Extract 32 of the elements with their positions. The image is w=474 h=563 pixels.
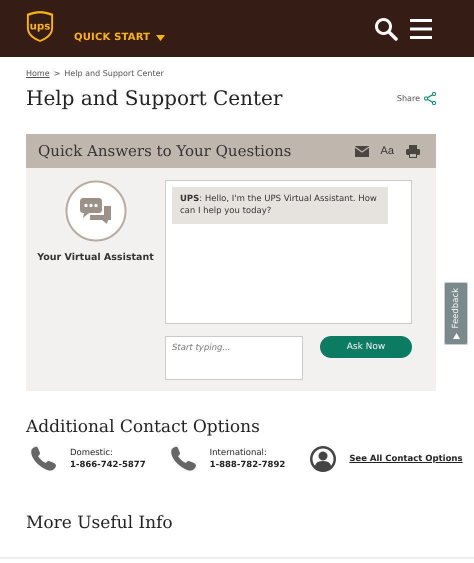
triangle-icon	[452, 332, 460, 339]
contact-label: Domestic:	[70, 446, 114, 459]
print-icon[interactable]	[406, 144, 420, 158]
share-link[interactable]: Share	[396, 94, 420, 102]
contact-options-link[interactable]: See All Contact Options	[349, 454, 463, 464]
caret-icon	[156, 34, 166, 40]
mail-icon[interactable]	[354, 146, 369, 156]
share-icon[interactable]	[424, 92, 436, 104]
assistant-label: Your Virtual Assistant	[37, 252, 154, 263]
section-heading: Additional Contact Options	[26, 417, 261, 437]
phone-number: 1-866-742-5877	[70, 459, 146, 472]
phone-number: 1-888-782-7892	[210, 459, 286, 472]
section-heading: More Useful Info	[26, 513, 174, 533]
phone-icon	[30, 446, 58, 472]
quick-start-menu[interactable]: QUICK START	[74, 32, 166, 43]
page-title: Help and Support Center	[26, 86, 284, 110]
breadcrumb-current: Help and Support Center	[64, 69, 164, 78]
breadcrumb-separator: >	[54, 69, 60, 78]
search-icon[interactable]	[374, 16, 398, 40]
person-icon	[309, 445, 338, 473]
phone-icon	[170, 446, 198, 472]
feedback-tab[interactable]: Feedback	[444, 282, 468, 345]
message-input[interactable]: Start typing...	[165, 336, 303, 380]
contact-label: International:	[210, 446, 268, 459]
panel-title: Quick Answers to Your Questions	[38, 142, 292, 160]
breadcrumb-link[interactable]: Home	[26, 69, 50, 78]
ask-now-button[interactable]: Ask Now	[320, 336, 412, 358]
ups-logo[interactable]: ups	[26, 8, 54, 42]
menu-icon[interactable]	[410, 18, 432, 38]
chat-message: UPS: Hello, I'm the UPS Virtual Assistant. How can I help you today?	[172, 187, 388, 224]
font-size-button[interactable]: Aa	[380, 145, 394, 157]
chat-bubbles-icon	[64, 180, 126, 242]
